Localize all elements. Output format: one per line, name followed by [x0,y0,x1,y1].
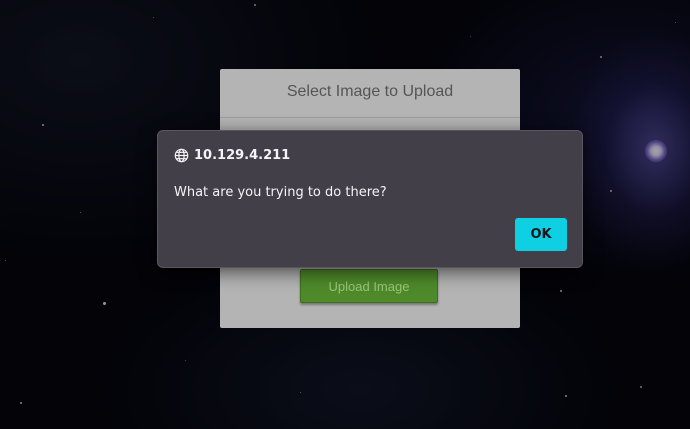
globe-icon [174,148,189,163]
divider [220,117,520,118]
dialog-origin-host: 10.129.4.211 [194,148,291,163]
upload-card-title: Select Image to Upload [286,83,454,100]
dialog-message: What are you trying to do there? [174,185,387,200]
upload-image-button[interactable]: Upload Image [300,269,438,303]
alert-dialog: 10.129.4.211 What are you trying to do t… [157,130,583,268]
dialog-origin: 10.129.4.211 [174,148,290,163]
ok-button[interactable]: OK [515,218,567,251]
